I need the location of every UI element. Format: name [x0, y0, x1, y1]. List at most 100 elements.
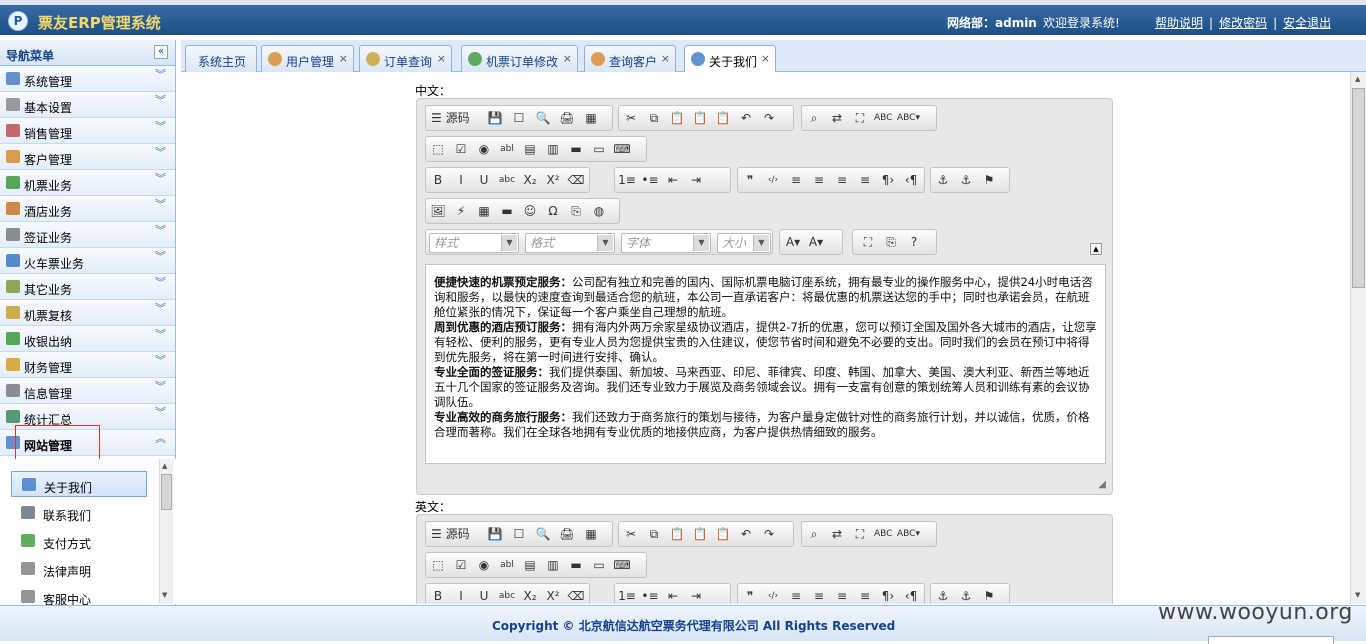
tools-button-icon[interactable]: ⇄: [828, 109, 846, 127]
align-button-icon[interactable]: ≡: [787, 587, 805, 604]
color-button-icon[interactable]: A▾: [784, 233, 802, 251]
toolbar-button-icon[interactable]: 💾: [486, 525, 504, 543]
edit-button-icon[interactable]: 📋: [714, 109, 732, 127]
format-button-icon[interactable]: ⌫: [567, 171, 585, 189]
form-button-icon[interactable]: ▤: [521, 140, 539, 158]
chevron-down-icon[interactable]: ︾: [155, 277, 166, 288]
list-button-icon[interactable]: 1≡: [618, 171, 636, 189]
sidebar-item-8[interactable]: 火车票业务 ︾: [0, 248, 175, 274]
tools-button-icon[interactable]: ABC: [874, 109, 892, 127]
format-button-icon[interactable]: U: [475, 587, 493, 604]
editor-content[interactable]: 便捷快速的机票预定服务：公司配有独立和完善的国内、国际机票电脑订座系统，拥有最专…: [425, 264, 1106, 464]
link-button-icon[interactable]: ⚓: [957, 171, 975, 189]
edit-button-icon[interactable]: ↶: [737, 525, 755, 543]
dropdown-arrow-icon[interactable]: ▼: [501, 235, 517, 251]
help-link[interactable]: 帮助说明: [1155, 16, 1203, 30]
format-button-icon[interactable]: X²: [544, 171, 562, 189]
format-button-icon[interactable]: B: [429, 171, 447, 189]
dropdown-arrow-icon[interactable]: ▼: [693, 235, 709, 251]
list-button-icon[interactable]: ⇤: [664, 171, 682, 189]
submenu-item-3[interactable]: 支付方式: [11, 528, 147, 554]
toolbar-button-icon[interactable]: 🔍: [534, 525, 552, 543]
color-button-icon[interactable]: A▾: [807, 233, 825, 251]
source-button[interactable]: ☰ 源码: [429, 109, 481, 127]
form-button-icon[interactable]: ▬: [567, 140, 585, 158]
view-button-icon[interactable]: ⎘: [882, 233, 900, 251]
form-button-icon[interactable]: ⬚: [429, 140, 447, 158]
format-button-icon[interactable]: U: [475, 171, 493, 189]
sidebar-item-7[interactable]: 签证业务 ︾: [0, 222, 175, 248]
format-button-icon[interactable]: X²: [544, 587, 562, 604]
edit-button-icon[interactable]: ⧉: [645, 525, 663, 543]
page-scroll-thumb[interactable]: [1352, 88, 1365, 288]
resize-handle-icon[interactable]: ◢: [1098, 479, 1106, 490]
form-button-icon[interactable]: ⌨: [613, 556, 631, 574]
close-tab-icon[interactable]: ×: [437, 52, 446, 65]
tools-button-icon[interactable]: ⛶: [851, 525, 869, 543]
chevron-down-icon[interactable]: ︾: [155, 69, 166, 80]
scroll-up-arrow-icon[interactable]: ▲: [1355, 75, 1360, 83]
tools-button-icon[interactable]: ABC▾: [897, 109, 920, 127]
toolbar-button-icon[interactable]: ▦: [582, 109, 600, 127]
chevron-down-icon[interactable]: ︾: [155, 329, 166, 340]
tools-button-icon[interactable]: ⛶: [851, 109, 869, 127]
chevron-down-icon[interactable]: ︾: [155, 381, 166, 392]
align-button-icon[interactable]: ❞: [741, 587, 759, 604]
align-button-icon[interactable]: ¶›: [879, 171, 897, 189]
insert-button-icon[interactable]: ⚡: [452, 202, 470, 220]
tools-button-icon[interactable]: ⌕: [805, 109, 823, 127]
toolbar-button-icon[interactable]: 🖨: [558, 525, 576, 543]
page-scrollbar[interactable]: ▲ ▼: [1350, 72, 1366, 604]
view-button-icon[interactable]: ?: [905, 233, 923, 251]
chevron-down-icon[interactable]: ︾: [155, 199, 166, 210]
submenu-item-2[interactable]: 联系我们: [11, 500, 147, 526]
tab-5[interactable]: 查询客户 ×: [584, 45, 676, 72]
insert-button-icon[interactable]: ▬: [498, 202, 516, 220]
align-button-icon[interactable]: ≡: [833, 171, 851, 189]
size-combo[interactable]: 大小 ▼: [717, 233, 771, 253]
font-combo[interactable]: 字体 ▼: [621, 233, 711, 253]
submenu-item-1[interactable]: 关于我们: [11, 471, 147, 497]
chevron-up-icon[interactable]: ︽: [155, 433, 166, 444]
edit-button-icon[interactable]: 📋: [691, 525, 709, 543]
sidebar-item-9[interactable]: 其它业务 ︾: [0, 274, 175, 300]
insert-button-icon[interactable]: ▦: [475, 202, 493, 220]
format-button-icon[interactable]: I: [452, 587, 470, 604]
link-button-icon[interactable]: ⚑: [980, 171, 998, 189]
format-button-icon[interactable]: abc: [498, 171, 516, 189]
list-button-icon[interactable]: 1≡: [618, 587, 636, 604]
link-button-icon[interactable]: ⚓: [934, 171, 952, 189]
sidebar-item-1[interactable]: 系统管理 ︾: [0, 66, 175, 92]
insert-button-icon[interactable]: ⎘: [567, 202, 585, 220]
scroll-down-arrow-icon[interactable]: ▼: [162, 591, 167, 599]
form-button-icon[interactable]: ▥: [544, 556, 562, 574]
form-button-icon[interactable]: abl: [498, 556, 516, 574]
format-button-icon[interactable]: ⌫: [567, 587, 585, 604]
align-button-icon[interactable]: ≡: [856, 587, 874, 604]
edit-button-icon[interactable]: ↷: [760, 109, 778, 127]
align-button-icon[interactable]: ≡: [810, 171, 828, 189]
form-button-icon[interactable]: ▬: [567, 556, 585, 574]
align-button-icon[interactable]: ≡: [787, 171, 805, 189]
list-button-icon[interactable]: •≡: [641, 587, 659, 604]
sidebar-item-12[interactable]: 财务管理 ︾: [0, 352, 175, 378]
tab-6[interactable]: 关于我们 ×: [684, 45, 776, 73]
sidebar-item-13[interactable]: 信息管理 ︾: [0, 378, 175, 404]
form-button-icon[interactable]: ▤: [521, 556, 539, 574]
sidebar-item-4[interactable]: 客户管理 ︾: [0, 144, 175, 170]
sidebar-item-2[interactable]: 基本设置 ︾: [0, 92, 175, 118]
tools-button-icon[interactable]: ⌕: [805, 525, 823, 543]
align-button-icon[interactable]: ≡: [833, 587, 851, 604]
chevron-down-icon[interactable]: ︾: [155, 355, 166, 366]
align-button-icon[interactable]: ‹¶: [902, 171, 920, 189]
form-button-icon[interactable]: ⬚: [429, 556, 447, 574]
insert-button-icon[interactable]: Ω: [544, 202, 562, 220]
edit-button-icon[interactable]: ↶: [737, 109, 755, 127]
style-combo[interactable]: 样式 ▼: [429, 233, 519, 253]
dropdown-arrow-icon[interactable]: ▼: [753, 235, 769, 251]
chevron-down-icon[interactable]: ︾: [155, 147, 166, 158]
close-tab-icon[interactable]: ×: [563, 52, 572, 65]
align-button-icon[interactable]: ‹/›: [764, 587, 782, 604]
collapse-sidebar-icon[interactable]: «: [154, 45, 168, 59]
link-button-icon[interactable]: ⚓: [957, 587, 975, 604]
